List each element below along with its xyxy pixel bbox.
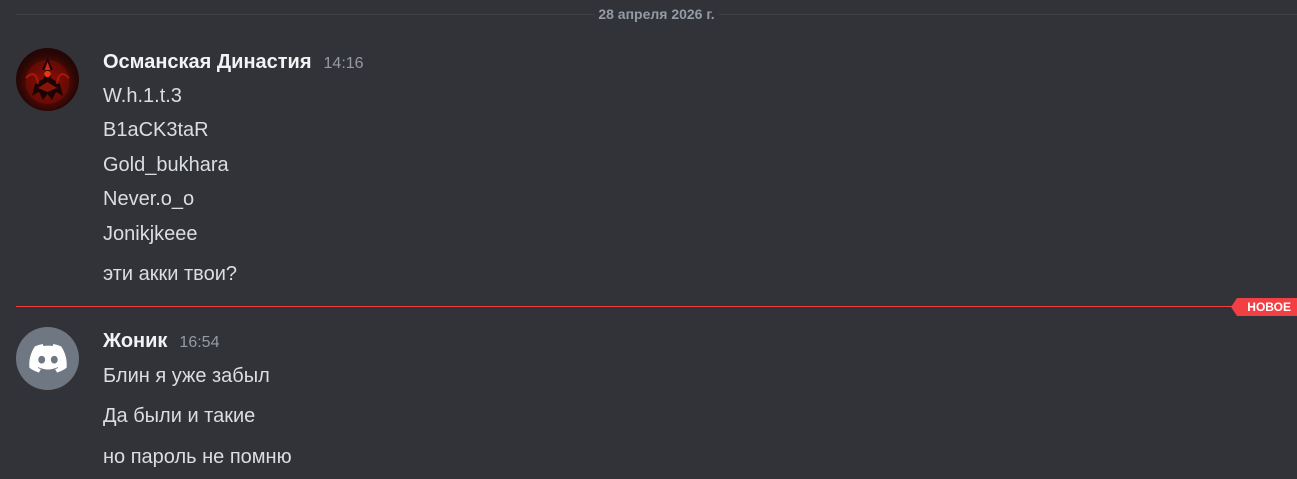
new-messages-line <box>16 306 1297 307</box>
new-messages-badge: НОВОЕ <box>1231 298 1297 316</box>
message-line: Jonikjkeee <box>103 223 198 245</box>
message-line: W.h.1.t.3 <box>103 85 182 107</box>
timestamp[interactable]: 14:16 <box>324 50 364 78</box>
user-avatar[interactable] <box>16 327 79 390</box>
message-line: Gold_bukhara <box>103 154 229 176</box>
new-messages-divider: НОВОЕ <box>16 298 1297 316</box>
date-divider-label: 28 апреля 2026 г. <box>594 5 719 23</box>
message-line: Да были и такие <box>103 405 256 427</box>
message-line: но пароль не помню <box>103 446 292 468</box>
discord-logo-icon <box>28 344 67 373</box>
username[interactable]: Жоник <box>103 327 167 355</box>
date-divider: 28 апреля 2026 г. <box>16 0 1297 28</box>
dark-red-figure-avatar-icon <box>25 58 70 104</box>
message-header: Жоник 16:54 <box>103 327 219 355</box>
message-header: Османская Династия 14:16 <box>103 48 364 76</box>
message-line: Never.o_o <box>103 188 195 210</box>
user-avatar[interactable] <box>16 48 79 111</box>
message-line: эти акки твои? <box>103 263 237 285</box>
timestamp[interactable]: 16:54 <box>179 329 219 357</box>
message-group: Османская Династия 14:16 W.h.1.t.3 B1aCK… <box>0 48 1297 298</box>
message-line: B1aCK3taR <box>103 119 209 141</box>
message-group: Жоник 16:54 Блин я уже забыл Да были и т… <box>0 327 1297 477</box>
username[interactable]: Османская Династия <box>103 48 312 76</box>
message-line: Блин я уже забыл <box>103 365 270 387</box>
